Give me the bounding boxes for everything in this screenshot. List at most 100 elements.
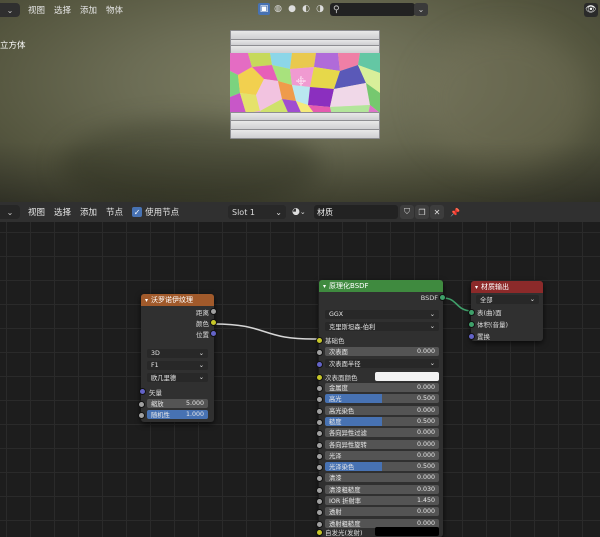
bsdf-param-socket[interactable]: [316, 475, 323, 482]
socket-base-color[interactable]: [316, 337, 323, 344]
rendered-sphere-icon[interactable]: ◑: [314, 3, 326, 15]
socket-subsurface-radius[interactable]: [316, 361, 323, 368]
bsdf-param-socket[interactable]: [316, 396, 323, 403]
socket-subsurface[interactable]: [316, 349, 323, 356]
output-bsdf: BSDF: [319, 292, 446, 303]
scale-field[interactable]: 缩放 5.000: [147, 399, 208, 408]
bsdf-param-field[interactable]: 光泽染色 0.500: [325, 462, 439, 471]
solid-sphere-icon[interactable]: ●: [286, 3, 298, 15]
chevron-down-icon: ⌄: [198, 374, 204, 381]
active-object-label: 立方体: [0, 41, 26, 51]
bsdf-param-field[interactable]: 光泽 0.000: [325, 451, 439, 460]
bsdf-param-socket[interactable]: [316, 430, 323, 437]
bsdf-param-field[interactable]: 透射 0.000: [325, 507, 439, 516]
socket-randomness[interactable]: [138, 412, 145, 419]
bsdf-param-socket[interactable]: [316, 419, 323, 426]
material-sphere-icon[interactable]: ◐: [300, 3, 312, 15]
viewport-menu-add[interactable]: 添加: [80, 4, 97, 16]
socket-surface[interactable]: [468, 309, 475, 316]
bsdf-param-socket[interactable]: [316, 408, 323, 415]
socket-vector[interactable]: [139, 388, 146, 395]
render-target-dropdown[interactable]: 全部 ⌄: [476, 295, 539, 304]
voronoi-texture-node[interactable]: ▾ 沃罗诺伊纹理 距离 颜色 位置 3D ⌄ F1 ⌄ 欧几里德 ⌄ 矢量 缩放 5: [138, 294, 217, 422]
subsurface-color-swatch[interactable]: [375, 372, 439, 381]
randomness-field[interactable]: 随机性 1.000: [147, 410, 208, 419]
socket-volume[interactable]: [468, 321, 475, 328]
distance-metric-dropdown[interactable]: 欧几里德 ⌄: [147, 373, 208, 382]
input-label: 置换: [477, 332, 490, 341]
shader-node-editor[interactable]: ⌄ 视图 选择 添加 节点 ✓ 使用节点 Slot 1 ⌄ ◕ ⌄ 材质 ⛉ ❐ …: [0, 202, 600, 537]
socket-bsdf-out[interactable]: [439, 294, 446, 301]
socket-scale[interactable]: [138, 401, 145, 408]
output-label: 位置: [196, 330, 209, 339]
dropdown-value: 欧几里德: [151, 375, 177, 382]
field-value: 0.500: [416, 418, 435, 425]
search-dropdown-button[interactable]: ⌄: [414, 3, 428, 16]
chevron-down-icon: ⌄: [198, 350, 204, 357]
socket-color[interactable]: [210, 319, 217, 326]
dimensions-dropdown[interactable]: 3D ⌄: [147, 349, 208, 358]
cube-object[interactable]: [230, 30, 380, 139]
collapse-arrow-icon[interactable]: ▾: [145, 297, 148, 304]
output-label: 距离: [196, 308, 209, 317]
dropdown-value: 克里斯坦森-伯利: [329, 324, 376, 331]
field-label: 光泽染色: [329, 464, 355, 471]
viewport-menu-view[interactable]: 视图: [28, 4, 45, 16]
field-label: 光泽: [329, 453, 342, 460]
field-value: 0.030: [416, 486, 435, 493]
material-output-node[interactable]: ▾ 材质输出 全部 ⌄ 表(曲)面 体积(音量) 置换: [468, 281, 543, 341]
subsurface-field[interactable]: 次表面 0.000: [325, 347, 439, 356]
3d-viewport[interactable]: ⌄ 视图 选择 添加 物体 ▣ ◍ ● ◐ ◑ ⟲ ⚲ ⌄ 👁 立方体: [0, 0, 600, 202]
field-label: 清漆: [329, 475, 342, 482]
bsdf-param-field[interactable]: IOR 折射率 1.450: [325, 496, 439, 505]
socket-displacement[interactable]: [468, 333, 475, 340]
dropdown-value: 3D: [151, 350, 160, 357]
bsdf-param-socket[interactable]: [316, 442, 323, 449]
bsdf-param-socket[interactable]: [316, 385, 323, 392]
bsdf-param-socket[interactable]: [316, 487, 323, 494]
socket-emission[interactable]: [316, 529, 323, 536]
socket-subsurface-color[interactable]: [316, 374, 323, 381]
bsdf-param-field[interactable]: 糙度 0.500: [325, 417, 439, 426]
field-value: 0.000: [416, 508, 435, 515]
chevron-down-icon: ⌄: [429, 360, 435, 367]
distribution-dropdown[interactable]: GGX ⌄: [325, 310, 439, 319]
principled-bsdf-node[interactable]: ▾ 原理化BSDF BSDF GGX ⌄ 克里斯坦森-伯利 ⌄ 基础色 次表面 0.0…: [316, 280, 446, 537]
field-value: 0.000: [416, 348, 435, 355]
input-label: 表(曲)面: [477, 308, 502, 317]
chevron-down-icon: ⌄: [429, 311, 435, 318]
bsdf-param-socket[interactable]: [316, 453, 323, 460]
bsdf-param-field[interactable]: 高光染色 0.000: [325, 406, 439, 415]
bsdf-param-socket[interactable]: [316, 521, 323, 528]
bsdf-param-socket[interactable]: [316, 509, 323, 516]
socket-position[interactable]: [210, 330, 217, 337]
bsdf-param-socket[interactable]: [316, 498, 323, 505]
voronoi-node-header[interactable]: ▾ 沃罗诺伊纹理: [141, 294, 214, 306]
collapse-arrow-icon[interactable]: ▾: [475, 284, 478, 291]
field-label: 透射: [329, 509, 342, 516]
bsdf-param-field[interactable]: 高光 0.500: [325, 394, 439, 403]
viewport-menu-select[interactable]: 选择: [54, 4, 71, 16]
subsurface-radius-dropdown[interactable]: 次表面半径 ⌄: [325, 359, 439, 368]
cube-select-icon[interactable]: ▣: [258, 3, 270, 15]
bsdf-param-field[interactable]: 清漆 0.000: [325, 473, 439, 482]
bsdf-param-field[interactable]: 金属度 0.000: [325, 383, 439, 392]
eye-icon[interactable]: 👁: [584, 3, 598, 17]
field-label: 清漆粗糙度: [329, 487, 361, 494]
wireframe-sphere-icon[interactable]: ◍: [272, 3, 284, 15]
collapse-arrow-icon[interactable]: ▾: [323, 283, 326, 290]
feature-dropdown[interactable]: F1 ⌄: [147, 361, 208, 370]
field-label: 糙度: [329, 419, 342, 426]
bsdf-node-header[interactable]: ▾ 原理化BSDF: [319, 280, 443, 292]
bsdf-param-socket[interactable]: [316, 464, 323, 471]
subsurface-method-dropdown[interactable]: 克里斯坦森-伯利 ⌄: [325, 322, 439, 331]
emission-color-swatch[interactable]: [375, 527, 439, 536]
output-node-header[interactable]: ▾ 材质输出: [471, 281, 543, 293]
bsdf-param-field[interactable]: 各向异性过滤 0.000: [325, 428, 439, 437]
bsdf-param-field[interactable]: 清漆粗糙度 0.030: [325, 485, 439, 494]
viewport-menu-object[interactable]: 物体: [106, 4, 123, 16]
bsdf-param-field[interactable]: 各向异性旋转 0.000: [325, 440, 439, 449]
viewport-search-field[interactable]: ⚲: [330, 3, 415, 16]
editor-type-dropdown[interactable]: ⌄: [0, 3, 20, 17]
socket-distance[interactable]: [210, 308, 217, 315]
